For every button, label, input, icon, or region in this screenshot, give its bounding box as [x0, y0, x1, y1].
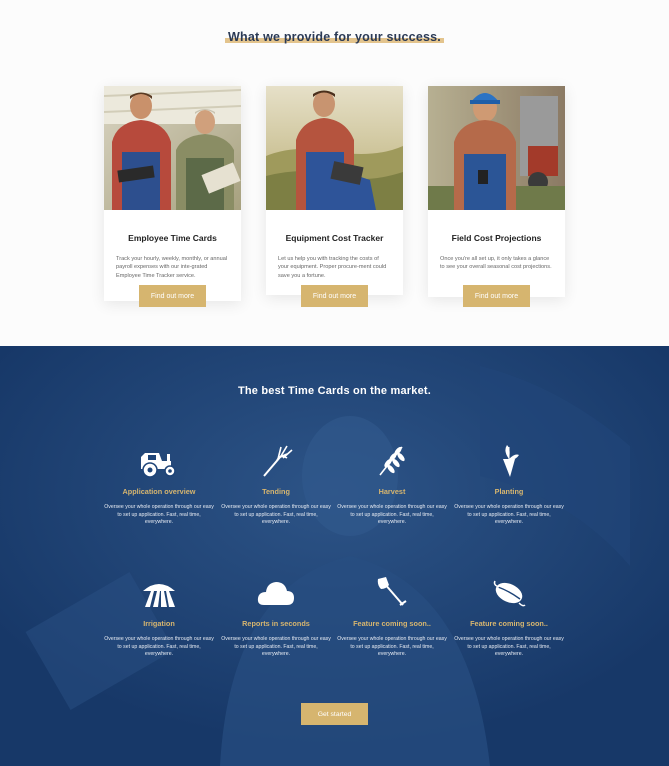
card-title: Equipment Cost Tracker [285, 233, 384, 243]
find-out-more-button[interactable]: Find out more [463, 285, 530, 307]
feature-description: Oversee your whole operation through our… [337, 636, 447, 658]
seed-icon [489, 575, 529, 611]
farmer-phone-photo [428, 86, 565, 210]
greenhouse-farmer-photo [266, 86, 403, 210]
get-started-button[interactable]: Get started [301, 703, 368, 725]
features-section: The best Time Cards on the market. Appli… [0, 346, 669, 766]
features-title: The best Time Cards on the market. [237, 385, 432, 397]
card-title: Field Cost Projections [451, 233, 542, 243]
service-card-field-cost-projections: Find out more Field Cost Projections Onc… [428, 86, 565, 307]
find-out-more-button[interactable]: Find out more [301, 285, 368, 307]
feature-title: Irrigation [143, 619, 175, 628]
card-title: Employee Time Cards [128, 233, 217, 243]
farmers-photo [104, 86, 241, 210]
feature-tending: Tending Oversee your whole operation thr… [221, 443, 331, 527]
feature-title: Planting [494, 487, 524, 496]
irrigation-icon [139, 575, 179, 611]
wheat-icon [372, 443, 412, 479]
feature-title: Feature coming soon.. [470, 619, 548, 628]
service-card-employee-time-cards: Find out more Employee Time Cards Track … [104, 86, 241, 307]
services-section: What we provide for your success. Find o… [0, 0, 669, 346]
feature-coming-soon-2: Feature coming soon.. Oversee your whole… [454, 575, 564, 659]
feature-description: Oversee your whole operation through our… [104, 504, 214, 526]
cloud-icon [256, 575, 296, 611]
shovel-icon [372, 575, 412, 611]
feature-irrigation: Irrigation Oversee your whole operation … [104, 575, 214, 659]
feature-harvest: Harvest Oversee your whole operation thr… [337, 443, 447, 527]
feature-description: Oversee your whole operation through our… [221, 504, 331, 526]
feature-title: Tending [262, 487, 290, 496]
feature-title: Application overview [122, 487, 196, 496]
feature-coming-soon-1: Feature coming soon.. Oversee your whole… [337, 575, 447, 659]
feature-description: Oversee your whole operation through our… [104, 636, 214, 658]
feature-reports-in-seconds: Reports in seconds Oversee your whole op… [221, 575, 331, 659]
feature-description: Oversee your whole operation through our… [454, 636, 564, 658]
section-title: What we provide for your success. [0, 30, 669, 44]
feature-title: Harvest [378, 487, 406, 496]
feature-title: Feature coming soon.. [353, 619, 431, 628]
service-card-equipment-cost-tracker: Find out more Equipment Cost Tracker Let… [266, 86, 403, 307]
feature-description: Oversee your whole operation through our… [337, 504, 447, 526]
feature-application-overview: Application overview Oversee your whole … [104, 443, 214, 527]
feature-description: Oversee your whole operation through our… [221, 636, 331, 658]
pitchfork-icon [256, 443, 296, 479]
find-out-more-button[interactable]: Find out more [139, 285, 206, 307]
tractor-icon [139, 443, 179, 479]
feature-description: Oversee your whole operation through our… [454, 504, 564, 526]
feature-title: Reports in seconds [242, 619, 310, 628]
plant-icon [489, 443, 529, 479]
feature-planting: Planting Oversee your whole operation th… [454, 443, 564, 527]
